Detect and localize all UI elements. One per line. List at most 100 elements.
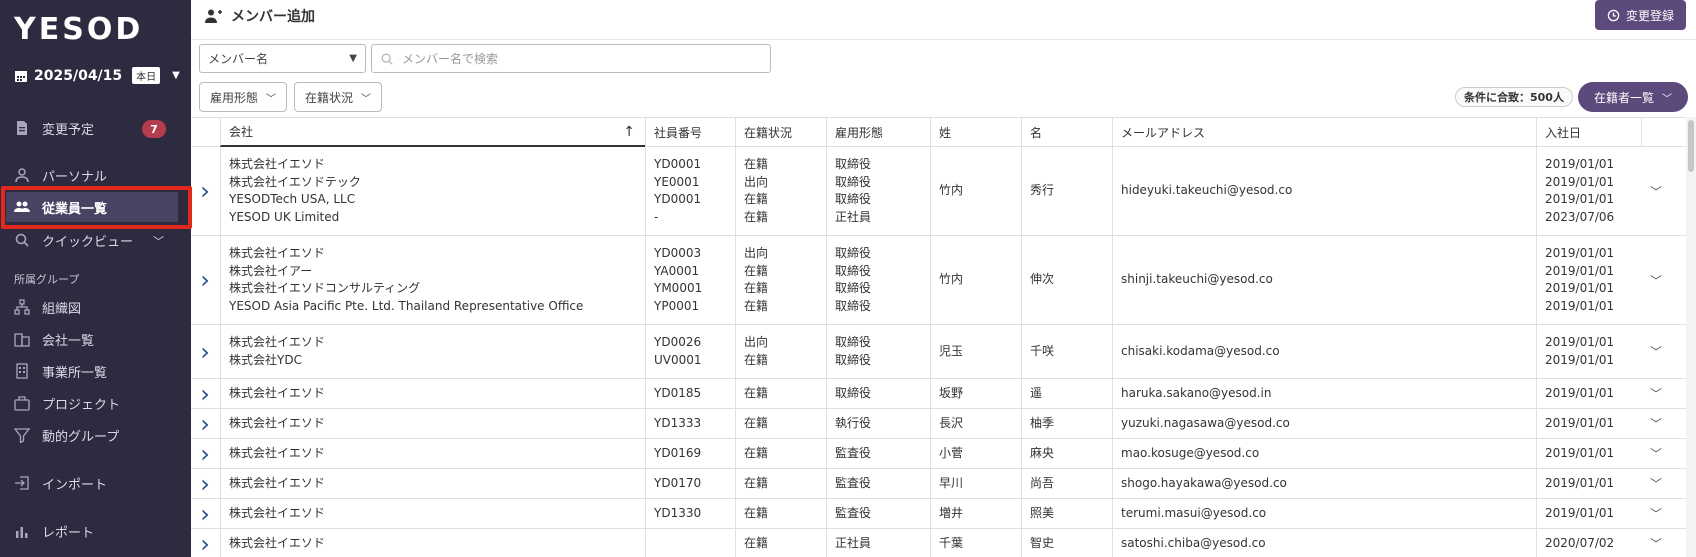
table-row[interactable]: › 株式会社イエソド 株式会社イエソドテック YESODTech USA, LLC YE…: [191, 147, 1686, 236]
cell-join-date-line: 2019/01/01: [1545, 505, 1615, 520]
column-header-status[interactable]: 在籍状況: [735, 118, 826, 147]
table-row[interactable]: › 株式会社イエソド YD1330 在籍 監査役 増井 照美 terumi.masui@yes…: [191, 499, 1686, 529]
column-header-company[interactable]: 会社 ↑: [220, 118, 645, 147]
chevron-right-icon[interactable]: ›: [191, 325, 219, 378]
chevron-right-icon[interactable]: ›: [191, 379, 219, 408]
cell-employment-type-line: 取締役: [835, 385, 872, 400]
cell-employee-id: [645, 529, 735, 557]
column-header-employment-type[interactable]: 雇用形態: [826, 118, 930, 147]
cell-first-name-text: 遥: [1030, 385, 1043, 400]
sidebar-item-projects[interactable]: プロジェクト: [14, 391, 120, 415]
scrollbar-thumb[interactable]: [1688, 120, 1694, 172]
chevron-down-icon[interactable]: ﹀: [1641, 379, 1671, 408]
sidebar-item-reports[interactable]: レポート: [14, 519, 94, 543]
chevron-down-icon[interactable]: ﹀: [153, 233, 164, 249]
column-header-employee-id[interactable]: 社員番号: [645, 118, 735, 147]
chevron-right-icon[interactable]: ›: [191, 147, 219, 235]
chevron-right-icon[interactable]: ›: [191, 236, 219, 324]
chevron-down-icon[interactable]: ﹀: [1641, 439, 1671, 468]
chevron-down-icon: ▼: [349, 53, 357, 64]
cell-employment-type: 正社員: [826, 529, 930, 557]
cell-join-date-line: 2019/01/01: [1545, 281, 1615, 295]
sidebar-item-org-chart[interactable]: 組織図: [14, 295, 81, 319]
cell-first-name: 遥: [1021, 379, 1112, 408]
cell-employment-type-line: 取締役: [835, 263, 872, 278]
column-header-first-name[interactable]: 名: [1021, 118, 1112, 147]
cell-employee-id-line: -: [654, 209, 659, 224]
chevron-down-icon[interactable]: ﹀: [1641, 236, 1671, 324]
change-register-label: 変更登録: [1625, 8, 1674, 23]
chevron-right-icon[interactable]: ›: [191, 499, 219, 528]
table-row[interactable]: › 株式会社イエソド YD0170 在籍 監査役 早川 尚吾 shogo.hayakawa@y…: [191, 469, 1686, 499]
chevron-down-icon[interactable]: ﹀: [1641, 529, 1671, 557]
roster-dropdown-button[interactable]: 在籍者一覧 ﹀: [1578, 82, 1688, 112]
chevron-down-icon[interactable]: ﹀: [1641, 499, 1671, 528]
search-field-select[interactable]: メンバー名 ▼: [199, 44, 366, 73]
table-row[interactable]: › 株式会社イエソド 株式会社YDC YD0026 UV0001 出向 在籍 取締役 取締役 児玉…: [191, 325, 1686, 379]
cell-status-line: 在籍: [744, 157, 769, 171]
scrollbar-track[interactable]: [1686, 117, 1696, 557]
sidebar: YESOD 2025/04/15 本日 ▼ 変更予定 7 パーソナル 従業員一覧…: [0, 0, 192, 557]
chevron-right-icon[interactable]: ›: [191, 439, 219, 468]
cell-employment-type-line: 正社員: [835, 209, 872, 224]
cell-email: terumi.masui@yesod.co: [1112, 499, 1536, 528]
cell-company-line: 株式会社イエソド: [229, 385, 325, 400]
sidebar-item-quickview[interactable]: クイックビュー: [14, 228, 133, 252]
cell-last-name-text: 竹内: [939, 272, 964, 287]
column-header-label: 在籍状況: [744, 126, 793, 140]
chevron-down-icon[interactable]: ﹀: [1641, 147, 1671, 235]
cell-employment-type: 執行役: [826, 409, 930, 438]
sidebar-item-dynamic-groups[interactable]: 動的グループ: [14, 423, 119, 447]
table-row[interactable]: › 株式会社イエソド 在籍 正社員 千葉 智史 satoshi.chiba@yesod.co…: [191, 529, 1686, 557]
cell-email-text: terumi.masui@yesod.co: [1121, 505, 1267, 520]
cell-email: mao.kosuge@yesod.co: [1112, 439, 1536, 468]
sidebar-item-personal[interactable]: パーソナル: [14, 163, 107, 187]
table-row[interactable]: › 株式会社イエソド YD0169 在籍 監査役 小菅 麻央 mao.kosuge@yesod…: [191, 439, 1686, 469]
cell-first-name-text: 尚吾: [1030, 475, 1055, 490]
table-row[interactable]: › 株式会社イエソド 株式会社イアー 株式会社イエソドコンサルティング YESOD As…: [191, 236, 1686, 325]
cell-join-date: 2019/01/01: [1536, 499, 1641, 528]
chevron-down-icon[interactable]: ﹀: [1641, 469, 1671, 498]
cell-company: 株式会社イエソド 株式会社イエソドテック YESODTech USA, LLC YES…: [220, 147, 645, 235]
cell-employment-type: 監査役: [826, 499, 930, 528]
chevron-down-icon[interactable]: ﹀: [1641, 325, 1671, 378]
cell-employee-id-line: YA0001: [654, 263, 700, 278]
app-logo[interactable]: YESOD: [14, 12, 143, 47]
column-header-label: 入社日: [1545, 126, 1582, 140]
chevron-right-icon[interactable]: ›: [191, 469, 219, 498]
chevron-right-icon[interactable]: ›: [191, 529, 219, 557]
change-register-button[interactable]: 変更登録: [1594, 0, 1686, 30]
cell-join-date: 2019/01/01: [1536, 409, 1641, 438]
column-header-label: 社員番号: [654, 126, 703, 140]
sort-ascending-icon[interactable]: ↑: [623, 124, 635, 140]
employment-type-filter[interactable]: 雇用形態 ﹀: [199, 82, 288, 112]
cell-join-date-line: 2019/01/01: [1545, 192, 1615, 206]
chevron-down-icon[interactable]: ﹀: [1641, 409, 1671, 438]
sidebar-item-companies[interactable]: 会社一覧: [14, 327, 94, 351]
column-header-email[interactable]: メールアドレス: [1112, 118, 1536, 147]
sidebar-item-import[interactable]: インポート: [14, 471, 107, 495]
table-row[interactable]: › 株式会社イエソド YD0185 在籍 取締役 坂野 遥 haruka.sakano@yes…: [191, 379, 1686, 409]
chevron-right-icon[interactable]: ›: [191, 409, 219, 438]
filter-label: 雇用形態: [210, 90, 259, 105]
status-filter[interactable]: 在籍状況 ﹀: [294, 82, 383, 112]
cell-employee-id-line: YP0001: [654, 298, 700, 313]
search-input[interactable]: メンバー名で検索: [371, 44, 771, 73]
column-header-join-date[interactable]: 入社日: [1536, 118, 1641, 147]
cell-first-name-text: 照美: [1030, 505, 1055, 520]
date-selector[interactable]: 2025/04/15 本日 ▼: [14, 67, 180, 84]
column-header-actions: [1641, 118, 1686, 147]
cell-first-name-text: 秀行: [1030, 183, 1055, 198]
sidebar-item-offices[interactable]: 事業所一覧: [14, 359, 107, 383]
cell-employment-type-line: 取締役: [835, 298, 872, 313]
sidebar-item-scheduled-changes[interactable]: 変更予定: [14, 116, 94, 140]
cell-employee-id-line: YD0001: [654, 192, 702, 206]
cell-status-line: 在籍: [744, 192, 769, 206]
column-header-last-name[interactable]: 姓: [930, 118, 1021, 147]
company-icon: [14, 333, 30, 347]
cell-last-name-text: 小菅: [939, 445, 964, 460]
table-row[interactable]: › 株式会社イエソド YD1333 在籍 執行役 長沢 柚季 yuzuki.nagasawa@…: [191, 409, 1686, 439]
cell-email-text: shinji.takeuchi@yesod.co: [1121, 272, 1273, 287]
cell-join-date-line: 2019/01/01: [1545, 385, 1615, 400]
cell-company: 株式会社イエソド: [220, 529, 645, 557]
